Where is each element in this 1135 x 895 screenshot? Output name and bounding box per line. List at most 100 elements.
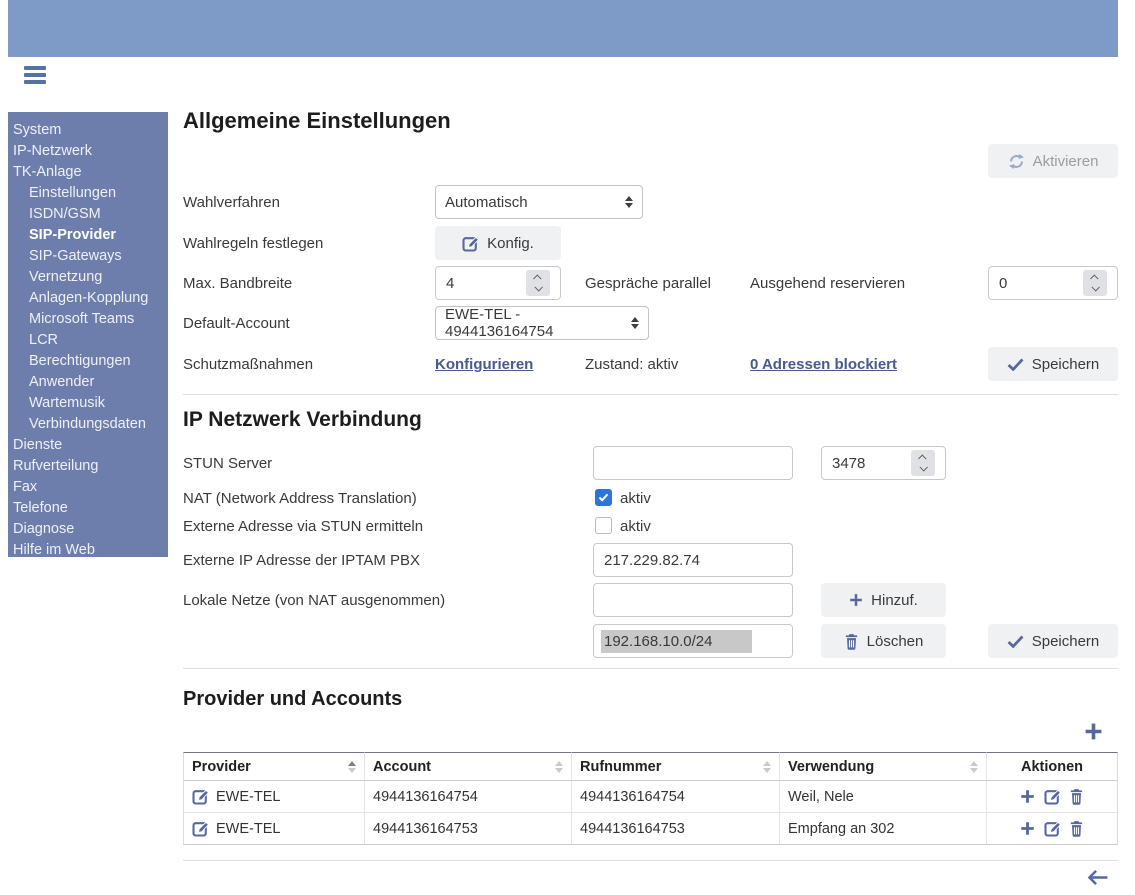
local-nets-label: Lokale Netze (von NAT ausgenommen)	[183, 583, 445, 617]
edit-icon[interactable]	[192, 820, 209, 837]
speichern-button-network[interactable]: Speichern	[988, 624, 1118, 658]
number-spinner-icon[interactable]	[911, 450, 935, 476]
stun-detect-label: Externe Adresse via STUN ermitteln	[183, 514, 423, 538]
rufnummer-cell: 4944136164754	[572, 781, 780, 813]
account-cell: 4944136164754	[365, 781, 572, 813]
sidebar-item-fax[interactable]: Fax	[8, 477, 168, 498]
sidebar-item-ip-netzwerk[interactable]: IP-Netzwerk	[8, 141, 168, 162]
default-account-select[interactable]: EWE-TEL - 4944136164754	[435, 306, 649, 340]
column-header-aktionen: Aktionen	[987, 752, 1118, 781]
sidebar-item-berechtigungen[interactable]: Berechtigungen	[8, 351, 168, 372]
external-ip-input[interactable]: 217.229.82.74	[593, 543, 793, 577]
sort-icon	[555, 761, 563, 773]
ausgehend-label: Ausgehend reservieren	[750, 266, 905, 300]
provider-cell: EWE-TEL	[216, 821, 280, 837]
sidebar-item-anwender[interactable]: Anwender	[8, 372, 168, 393]
column-header-rufnummer[interactable]: Rufnummer	[572, 752, 780, 781]
sidebar-item-hilfe-im-web[interactable]: Hilfe im Web	[8, 540, 168, 561]
wahlverfahren-label: Wahlverfahren	[183, 185, 280, 219]
sidebar-item-rufverteilung[interactable]: Rufverteilung	[8, 456, 168, 477]
hinzuf-label: Hinzuf.	[871, 592, 918, 609]
sidebar-item-vernetzung[interactable]: Vernetzung	[8, 267, 168, 288]
sort-icon	[970, 761, 978, 773]
column-label: Verwendung	[788, 759, 874, 775]
schutz-label: Schutzmaßnahmen	[183, 347, 313, 381]
table-header-row: Provider Account Rufnummer Verwendung Ak…	[183, 752, 1118, 781]
local-net-entry-input[interactable]: 192.168.10.0/24	[593, 624, 793, 658]
plus-icon[interactable]	[1020, 789, 1035, 804]
sidebar-item-tk-anlage[interactable]: TK-Anlage	[8, 162, 168, 183]
check-icon	[1007, 635, 1024, 648]
plus-icon[interactable]	[1020, 821, 1035, 836]
edit-icon[interactable]	[192, 788, 209, 805]
hamburger-icon[interactable]	[24, 66, 46, 87]
sort-icon	[763, 761, 771, 773]
loeschen-label: Löschen	[867, 633, 924, 650]
refresh-icon	[1008, 153, 1025, 170]
plus-icon	[849, 593, 863, 607]
sidebar-item-dienste[interactable]: Dienste	[8, 435, 168, 456]
account-cell: 4944136164753	[365, 813, 572, 845]
sidebar-item-isdn-gsm[interactable]: ISDN/GSM	[8, 204, 168, 225]
edit-icon[interactable]	[1044, 820, 1061, 837]
nat-checkbox[interactable]	[595, 489, 612, 506]
sidebar-item-system[interactable]: System	[8, 120, 168, 141]
column-header-account[interactable]: Account	[365, 752, 572, 781]
speichern-button-general[interactable]: Speichern	[988, 347, 1118, 381]
local-nets-input[interactable]	[593, 583, 793, 617]
ausgehend-value: 0	[999, 275, 1007, 292]
sidebar-item-microsoft-teams[interactable]: Microsoft Teams	[8, 309, 168, 330]
trash-icon[interactable]	[1069, 820, 1084, 837]
column-label: Account	[373, 759, 431, 775]
trash-icon[interactable]	[1069, 788, 1084, 805]
provider-table: Provider Account Rufnummer Verwendung Ak…	[183, 752, 1118, 845]
sidebar-item-sip-provider[interactable]: SIP-Provider	[8, 225, 168, 246]
sidebar-item-lcr[interactable]: LCR	[8, 330, 168, 351]
nat-aktiv-label: aktiv	[620, 486, 651, 510]
section-divider	[183, 668, 1118, 669]
stun-server-label: STUN Server	[183, 446, 272, 480]
gespraeche-label: Gespräche parallel	[585, 266, 711, 300]
bandbreite-value: 4	[446, 275, 454, 292]
section-divider	[183, 860, 1118, 861]
bandbreite-input[interactable]: 4	[435, 266, 561, 300]
provider-cell: EWE-TEL	[216, 789, 280, 805]
wahlregeln-label: Wahlregeln festlegen	[183, 226, 323, 260]
konfigurieren-link[interactable]: Konfigurieren	[435, 356, 533, 373]
verwendung-cell: Weil, Nele	[780, 781, 987, 813]
external-ip-value: 217.229.82.74	[604, 552, 700, 569]
column-header-verwendung[interactable]: Verwendung	[780, 752, 987, 781]
wahlverfahren-select[interactable]: Automatisch	[435, 185, 643, 219]
number-spinner-icon[interactable]	[526, 270, 550, 296]
sidebar-item-wartemusik[interactable]: Wartemusik	[8, 393, 168, 414]
sidebar-item-einstellungen[interactable]: Einstellungen	[8, 183, 168, 204]
default-account-value: EWE-TEL - 4944136164754	[445, 306, 625, 340]
table-row: EWE-TEL 4944136164754 4944136164754 Weil…	[183, 781, 1118, 813]
nat-label: NAT (Network Address Translation)	[183, 486, 417, 510]
speichern-label: Speichern	[1032, 356, 1100, 373]
adressen-blockiert-link[interactable]: 0 Adressen blockiert	[750, 356, 897, 373]
stun-detect-checkbox[interactable]	[595, 517, 612, 534]
loeschen-button[interactable]: Löschen	[821, 624, 946, 658]
sidebar-item-sip-gateways[interactable]: SIP-Gateways	[8, 246, 168, 267]
stun-port-input[interactable]: 3478	[821, 446, 946, 480]
edit-icon[interactable]	[1044, 788, 1061, 805]
add-provider-plus-icon[interactable]	[1084, 722, 1103, 741]
konfig-button[interactable]: Konfig.	[435, 226, 561, 260]
column-label: Provider	[192, 759, 251, 775]
number-spinner-icon[interactable]	[1083, 270, 1107, 296]
hinzuf-button[interactable]: Hinzuf.	[821, 583, 946, 617]
stun-port-value: 3478	[832, 455, 865, 472]
stun-server-input[interactable]	[593, 446, 793, 480]
table-row: EWE-TEL 4944136164753 4944136164753 Empf…	[183, 813, 1118, 845]
sidebar-item-anlagen-kopplung[interactable]: Anlagen-Kopplung	[8, 288, 168, 309]
local-net-entry-value: 192.168.10.0/24	[601, 630, 752, 653]
activate-button[interactable]: Aktivieren	[988, 144, 1118, 178]
sidebar-item-diagnose[interactable]: Diagnose	[8, 519, 168, 540]
sidebar-item-verbindungsdaten[interactable]: Verbindungsdaten	[8, 414, 168, 435]
ausgehend-input[interactable]: 0	[988, 266, 1118, 300]
zustand-text: Zustand: aktiv	[585, 347, 678, 381]
sidebar-item-telefone[interactable]: Telefone	[8, 498, 168, 519]
column-header-provider[interactable]: Provider	[183, 752, 365, 781]
arrow-left-icon[interactable]	[1086, 868, 1109, 887]
